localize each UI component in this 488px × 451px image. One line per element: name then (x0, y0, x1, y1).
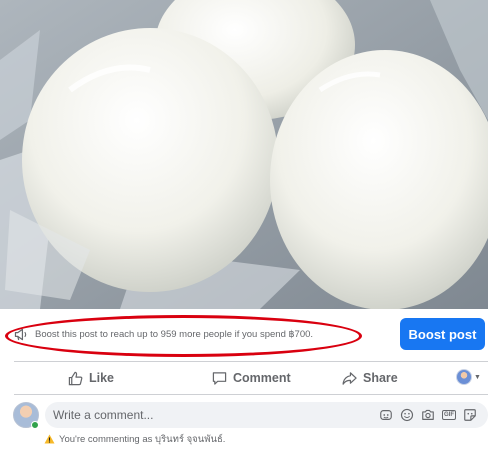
like-label: Like (89, 371, 115, 385)
online-status-dot (31, 421, 39, 429)
gif-icon[interactable]: GIF (441, 407, 457, 423)
comment-label: Comment (233, 371, 291, 385)
avatar (456, 369, 472, 385)
post-actions: Like Comment Share ▼ (0, 364, 488, 392)
chevron-down-icon: ▼ (474, 373, 481, 381)
commenting-as-text: You're commenting as บุรินทร์ จุจนพันธ์. (59, 433, 226, 445)
comment-button[interactable]: Comment (212, 364, 291, 392)
divider (14, 361, 488, 362)
share-button[interactable]: Share (342, 364, 398, 392)
boost-message-text: Boost this post to reach up to 959 more … (35, 328, 314, 340)
thumbs-up-icon (68, 371, 83, 385)
post-photo[interactable] (0, 0, 488, 309)
post-as-selector[interactable]: ▼ (456, 369, 481, 385)
megaphone-icon (14, 328, 27, 340)
like-button[interactable]: Like (68, 364, 114, 392)
comment-placeholder: Write a comment... (53, 408, 154, 422)
sticker-avatar-icon[interactable] (378, 407, 394, 423)
boost-post-button[interactable]: Boost post (400, 318, 485, 350)
comment-composer: Write a comment... GIF (0, 401, 488, 429)
speech-bubble-icon (212, 371, 227, 385)
camera-icon[interactable] (420, 407, 436, 423)
sticker-icon[interactable] (462, 407, 478, 423)
emoji-icon[interactable] (399, 407, 415, 423)
comment-tools: GIF (378, 407, 478, 423)
share-label: Share (363, 371, 398, 385)
boiled-eggs-image (0, 0, 488, 309)
divider (14, 394, 488, 395)
share-arrow-icon (342, 371, 357, 385)
boost-message[interactable]: Boost this post to reach up to 959 more … (14, 325, 313, 343)
warning-icon (44, 434, 55, 444)
commenting-as-notice: You're commenting as บุรินทร์ จุจนพันธ์. (44, 432, 225, 446)
